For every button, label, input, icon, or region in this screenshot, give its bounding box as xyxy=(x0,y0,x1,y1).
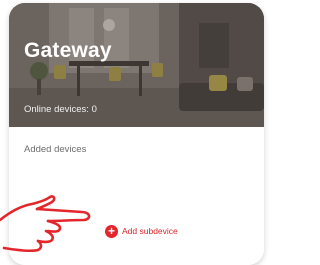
add-subdevice-label: Add subdevice xyxy=(122,226,178,236)
gateway-header: Gateway Online devices: 0 xyxy=(9,3,264,127)
add-subdevice-button[interactable]: + Add subdevice xyxy=(105,220,249,242)
gateway-title: Gateway xyxy=(24,39,112,62)
added-devices-label: Added devices xyxy=(24,144,87,155)
online-devices-count: Online devices: 0 xyxy=(24,104,97,115)
plus-circle-icon: + xyxy=(105,224,118,238)
pointing-hand-icon xyxy=(0,195,91,253)
